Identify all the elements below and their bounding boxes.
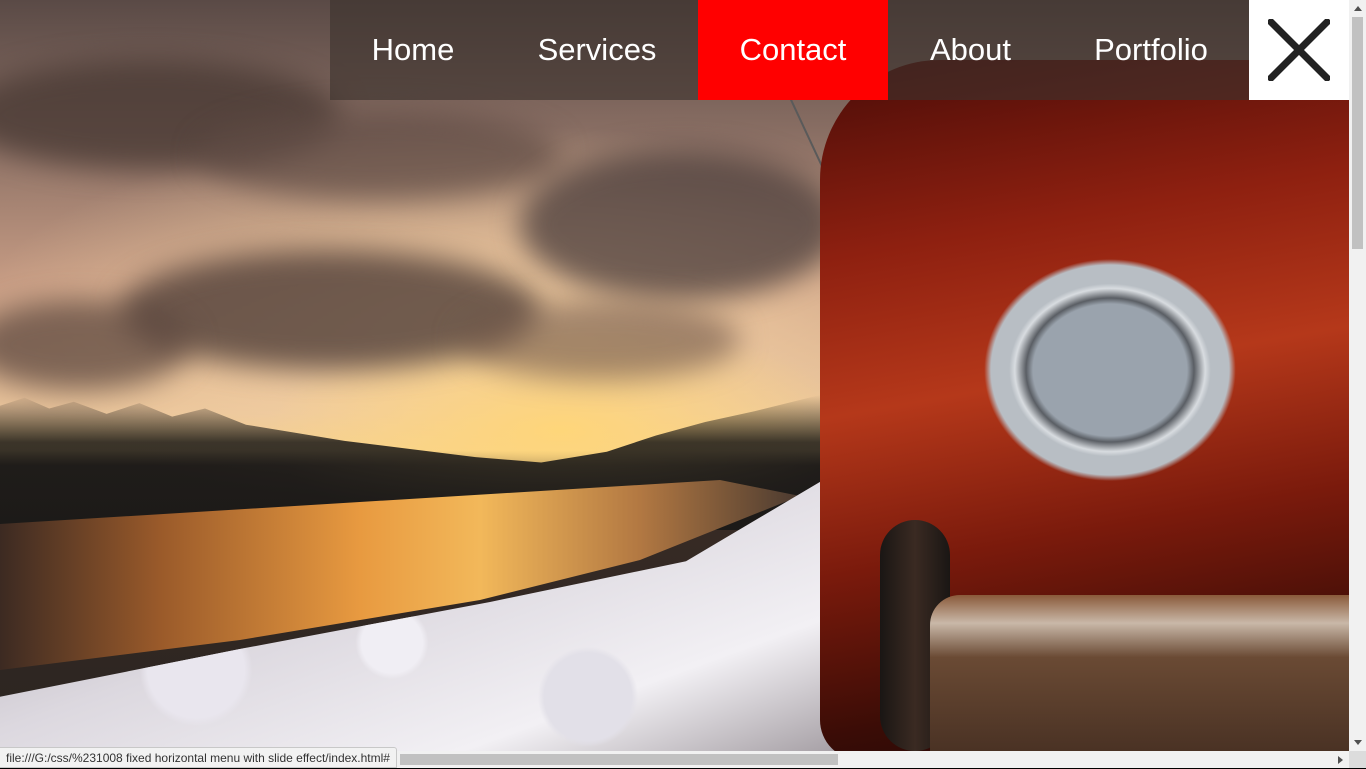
vertical-scrollbar-thumb[interactable] <box>1352 17 1363 249</box>
car-bumper <box>930 595 1349 751</box>
nav-item-contact[interactable]: Contact <box>698 0 888 100</box>
horizontal-menu: Home Services Contact About Portfolio <box>330 0 1249 100</box>
scroll-up-arrow-icon[interactable] <box>1349 0 1366 17</box>
horizontal-scrollbar-thumb[interactable] <box>400 754 838 765</box>
close-icon <box>1268 19 1330 81</box>
scroll-down-arrow-icon[interactable] <box>1349 734 1366 751</box>
nav-item-portfolio[interactable]: Portfolio <box>1053 0 1249 100</box>
nav-item-services[interactable]: Services <box>496 0 698 100</box>
scroll-right-arrow-icon[interactable] <box>1332 751 1349 768</box>
nav-item-about[interactable]: About <box>888 0 1053 100</box>
vertical-scrollbar[interactable] <box>1349 0 1366 751</box>
menu-close-button[interactable] <box>1249 0 1349 100</box>
scrollbar-corner <box>1349 751 1366 768</box>
page-viewport <box>0 0 1349 751</box>
nav-item-home[interactable]: Home <box>330 0 496 100</box>
status-bar-url: file:///G:/css/%231008 fixed horizontal … <box>0 747 397 768</box>
